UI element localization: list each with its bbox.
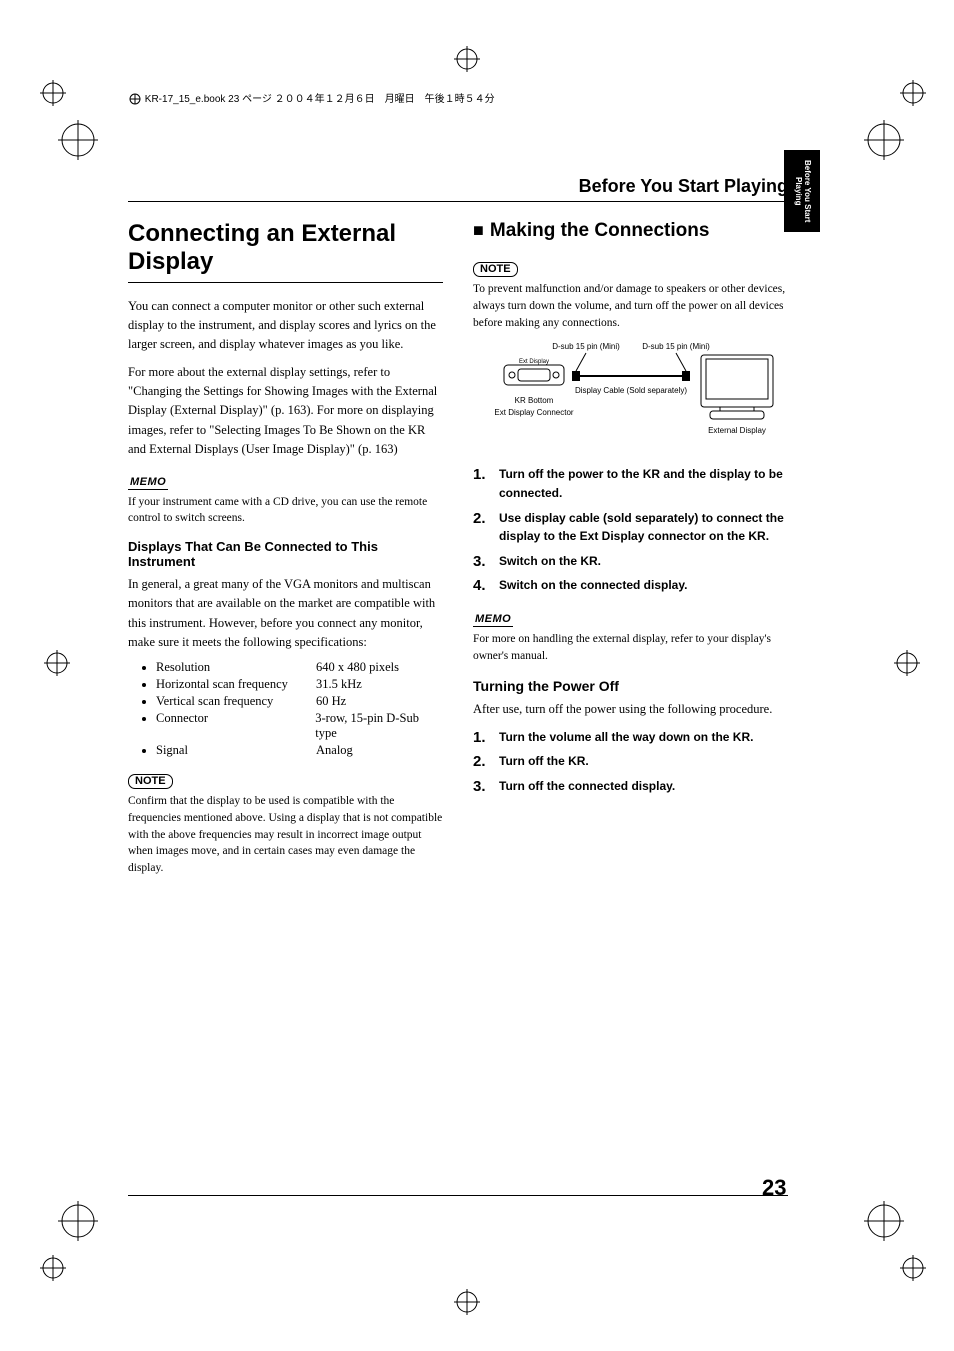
title-text: Making the Connections — [490, 220, 710, 241]
svg-text:KR Bottom: KR Bottom — [514, 396, 553, 405]
spec-value: 60 Hz — [316, 694, 346, 709]
spec-item: SignalAnalog — [156, 743, 443, 758]
crop-mark-icon — [58, 120, 98, 160]
step-item: Turn off the KR. — [473, 752, 788, 771]
book-header: KR-17_15_e.book 23 ページ ２００４年１２月６日 月曜日 午後… — [128, 90, 788, 106]
specs-list: Resolution640 x 480 pixels Horizontal sc… — [128, 660, 443, 758]
registration-mark-icon — [454, 1289, 480, 1315]
step-item: Turn the volume all the way down on the … — [473, 728, 788, 747]
crop-mark-icon — [58, 1201, 98, 1241]
registration-mark-icon — [454, 46, 480, 72]
step-item: Use display cable (sold separately) to c… — [473, 509, 788, 546]
page-number: 23 — [762, 1175, 786, 1201]
crop-mark-icon — [864, 120, 904, 160]
memo-icon: MEMO — [128, 476, 168, 490]
power-off-title: Turning the Power Off — [473, 678, 788, 694]
spec-label: Vertical scan frequency — [156, 694, 316, 709]
registration-mark-icon — [900, 80, 926, 106]
steps-list-2: Turn the volume all the way down on the … — [473, 728, 788, 796]
left-column: Connecting an External Display You can c… — [128, 220, 443, 884]
side-tab: Before You Start Playing — [784, 150, 820, 232]
svg-text:External Display: External Display — [708, 426, 766, 435]
section-header: Before You Start Playing — [128, 176, 788, 202]
registration-mark-icon — [40, 80, 66, 106]
memo-icon: MEMO — [473, 613, 513, 627]
page-content: KR-17_15_e.book 23 ページ ２００４年１２月６日 月曜日 午後… — [128, 90, 788, 885]
memo-text: If your instrument came with a CD drive,… — [128, 494, 443, 527]
registration-mark-icon — [44, 650, 70, 676]
making-connections-title: ■ Making the Connections — [473, 220, 788, 242]
spec-value: 31.5 kHz — [316, 677, 362, 692]
intro-paragraph-1: You can connect a computer monitor or ot… — [128, 297, 443, 355]
svg-text:Ext Display Connector: Ext Display Connector — [494, 408, 573, 417]
note-icon: NOTE — [473, 262, 518, 277]
spec-value: Analog — [316, 743, 353, 758]
specs-intro: In general, a great many of the VGA moni… — [128, 575, 443, 653]
step-item: Turn off the power to the KR and the dis… — [473, 465, 788, 502]
connection-diagram: Ext Display D-sub 15 pin (Mini) D-sub 15… — [473, 341, 788, 451]
spec-label: Connector — [156, 711, 315, 741]
spec-item: Connector3-row, 15-pin D-Sub type — [156, 711, 443, 741]
svg-text:Display Cable (Sold separately: Display Cable (Sold separately) — [574, 386, 686, 395]
svg-text:D-sub 15 pin (Mini): D-sub 15 pin (Mini) — [642, 342, 710, 351]
right-column: ■ Making the Connections NOTE To prevent … — [473, 220, 788, 884]
memo-text-right: For more on handling the external displa… — [473, 631, 788, 664]
registration-mark-icon — [40, 1255, 66, 1281]
spec-item: Vertical scan frequency60 Hz — [156, 694, 443, 709]
step-item: Switch on the KR. — [473, 552, 788, 571]
spec-value: 640 x 480 pixels — [316, 660, 399, 675]
note-text-right: To prevent malfunction and/or damage to … — [473, 281, 788, 331]
spec-label: Resolution — [156, 660, 316, 675]
spec-item: Resolution640 x 480 pixels — [156, 660, 443, 675]
registration-mark-icon — [894, 650, 920, 676]
spec-value: 3-row, 15-pin D-Sub type — [315, 711, 443, 741]
steps-list-1: Turn off the power to the KR and the dis… — [473, 465, 788, 595]
book-header-text: KR-17_15_e.book 23 ページ ２００４年１２月６日 月曜日 午後… — [145, 94, 495, 105]
power-off-intro: After use, turn off the power using the … — [473, 700, 788, 719]
spec-label: Horizontal scan frequency — [156, 677, 316, 692]
spec-item: Horizontal scan frequency31.5 kHz — [156, 677, 443, 692]
ext-display-label: Ext Display — [518, 359, 548, 365]
step-item: Turn off the connected display. — [473, 777, 788, 796]
main-title: Connecting an External Display — [128, 220, 443, 282]
intro-paragraph-2: For more about the external display sett… — [128, 363, 443, 460]
spec-label: Signal — [156, 743, 316, 758]
registration-mark-icon — [900, 1255, 926, 1281]
svg-text:D-sub 15 pin (Mini): D-sub 15 pin (Mini) — [552, 342, 620, 351]
footer-rule — [128, 1195, 788, 1196]
step-item: Switch on the connected display. — [473, 576, 788, 595]
crop-mark-icon — [864, 1201, 904, 1241]
note-text: Confirm that the display to be used is c… — [128, 793, 443, 876]
note-icon: NOTE — [128, 774, 173, 789]
square-bullet-icon: ■ — [473, 220, 484, 240]
specs-title: Displays That Can Be Connected to This I… — [128, 539, 443, 569]
